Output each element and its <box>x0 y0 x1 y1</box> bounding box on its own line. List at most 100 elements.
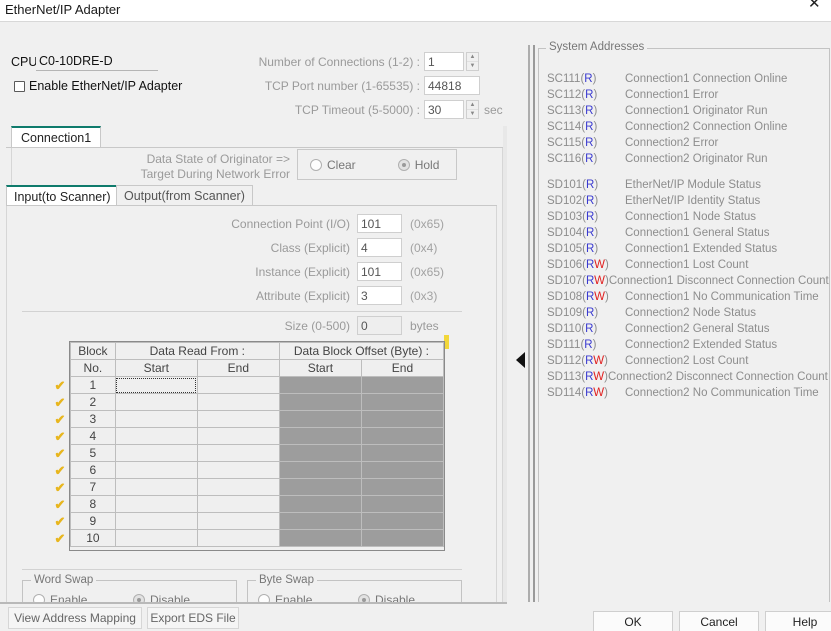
address-code: SC116(R) <box>547 153 598 165</box>
cell-read-end[interactable] <box>196 410 280 428</box>
table-row[interactable]: 10 <box>70 529 445 547</box>
help-button[interactable]: Help <box>765 611 831 631</box>
check-icon[interactable]: ✔ <box>51 428 69 445</box>
check-icon[interactable]: ✔ <box>51 377 69 394</box>
check-icon[interactable]: ✔ <box>51 445 69 462</box>
cell-offset-start <box>278 512 362 530</box>
block-table-body: 1 2 3 4 5 6 7 8 9 10 <box>70 376 445 547</box>
cell-read-start[interactable] <box>114 478 198 496</box>
check-icon[interactable]: ✔ <box>51 513 69 530</box>
enable-adapter-checkbox[interactable]: Enable EtherNet/IP Adapter <box>14 79 182 93</box>
swap-section-divider <box>22 569 462 570</box>
address-description: Connection2 Disconnect Connection Count <box>607 371 828 383</box>
export-eds-file-button[interactable]: Export EDS File <box>147 607 239 629</box>
attribute-explicit-input[interactable] <box>357 286 402 305</box>
subheader-no: No. <box>70 359 116 377</box>
cell-read-start[interactable] <box>114 461 198 479</box>
check-icon[interactable]: ✔ <box>51 411 69 428</box>
check-icon[interactable]: ✔ <box>51 496 69 513</box>
table-row[interactable]: 7 <box>70 478 445 496</box>
radio-hold[interactable]: Hold <box>397 158 439 172</box>
table-row[interactable]: 8 <box>70 495 445 513</box>
cell-read-end[interactable] <box>196 512 280 530</box>
address-description: Connection2 Connection Online <box>625 121 788 133</box>
close-button[interactable]: ✕ <box>803 0 831 18</box>
address-code: SC111(R) <box>547 73 597 85</box>
row-check-column: ✔ ✔ ✔ ✔ ✔ ✔ ✔ ✔ ✔ ✔ <box>51 377 69 547</box>
cell-read-start[interactable] <box>114 495 198 513</box>
stepper-down-icon[interactable]: ▼ <box>467 62 478 70</box>
cell-block-no: 10 <box>70 529 116 547</box>
cell-block-no: 8 <box>70 495 116 513</box>
cell-read-start[interactable] <box>114 410 198 428</box>
table-row[interactable]: 5 <box>70 444 445 462</box>
cell-read-end[interactable] <box>196 376 280 394</box>
list-item: SD103(R) Connection1 Node Status <box>547 209 827 225</box>
table-row[interactable]: 3 <box>70 410 445 428</box>
view-address-mapping-button[interactable]: View Address Mapping <box>8 607 142 629</box>
check-icon[interactable]: ✔ <box>51 530 69 547</box>
subheader-read-start: Start <box>114 359 198 377</box>
address-code: SD112(RW) <box>547 355 608 367</box>
tab-output-from-scanner[interactable]: Output(from Scanner) <box>116 185 253 206</box>
address-description: Connection2 Node Status <box>625 307 757 319</box>
cell-block-no: 3 <box>70 410 116 428</box>
cell-read-start[interactable] <box>114 427 198 445</box>
stepper-up-icon[interactable]: ▲ <box>467 101 478 110</box>
stepper-down-icon[interactable]: ▼ <box>467 110 478 118</box>
cpu-input[interactable] <box>36 52 158 71</box>
cell-read-end[interactable] <box>196 478 280 496</box>
table-row[interactable]: 6 <box>70 461 445 479</box>
radio-hold-icon[interactable] <box>397 158 410 171</box>
cell-read-start[interactable] <box>114 393 198 411</box>
cell-read-start[interactable] <box>114 376 198 394</box>
check-icon[interactable]: ✔ <box>51 479 69 496</box>
cell-read-end[interactable] <box>196 495 280 513</box>
instance-explicit-input[interactable] <box>357 262 402 281</box>
tab-input-to-scanner[interactable]: Input(to Scanner) <box>6 185 119 206</box>
instance-explicit-hex: (0x65) <box>410 265 445 279</box>
num-connections-stepper[interactable]: ▲ ▼ <box>466 52 479 71</box>
size-input[interactable] <box>357 316 402 335</box>
address-code: SD114(RW) <box>547 387 608 399</box>
table-row[interactable]: 4 <box>70 427 445 445</box>
stepper-up-icon[interactable]: ▲ <box>467 53 478 62</box>
num-connections-input[interactable] <box>424 52 464 71</box>
class-explicit-label: Class (Explicit) <box>270 241 350 255</box>
io-tabstrip: Input(to Scanner) Output(from Scanner) <box>6 185 497 206</box>
check-icon[interactable]: ✔ <box>51 394 69 411</box>
cell-read-start[interactable] <box>114 444 198 462</box>
cell-read-start[interactable] <box>114 529 198 547</box>
tab-input-to-scanner-label: Input(to Scanner) <box>14 189 111 204</box>
tab-connection1[interactable]: Connection1 <box>11 126 102 148</box>
connection-point-input[interactable] <box>357 214 402 233</box>
triangle-left-icon[interactable] <box>516 352 525 368</box>
tcp-timeout-input[interactable] <box>424 100 464 119</box>
panel-collapse-control[interactable] <box>508 45 536 624</box>
ok-button[interactable]: OK <box>593 611 673 631</box>
cell-read-end[interactable] <box>196 393 280 411</box>
table-row[interactable]: 9 <box>70 512 445 530</box>
radio-clear-icon[interactable] <box>310 158 322 171</box>
cell-read-start[interactable] <box>114 512 198 530</box>
panel-scrollbar[interactable] <box>503 126 507 624</box>
cell-read-end[interactable] <box>196 444 280 462</box>
view-address-mapping-label: View Address Mapping <box>14 611 136 625</box>
cell-read-end[interactable] <box>196 461 280 479</box>
cancel-button[interactable]: Cancel <box>679 611 759 631</box>
tcp-port-input[interactable] <box>424 76 480 95</box>
tcp-timeout-stepper[interactable]: ▲ ▼ <box>466 100 479 119</box>
check-icon[interactable]: ✔ <box>51 462 69 479</box>
address-description: Connection1 General Status <box>625 227 770 239</box>
checkbox-icon[interactable] <box>14 80 25 92</box>
class-explicit-input[interactable] <box>357 238 402 257</box>
cell-read-end[interactable] <box>196 529 280 547</box>
title-bar: EtherNet/IP Adapter ✕ <box>0 0 831 21</box>
size-unit-label: bytes <box>410 319 439 333</box>
num-connections-label: Number of Connections (1-2) : <box>258 55 420 69</box>
table-row[interactable]: 1 <box>70 376 445 394</box>
cell-read-end[interactable] <box>196 427 280 445</box>
address-code: SD104(R) <box>547 227 599 239</box>
radio-clear[interactable]: Clear <box>310 158 356 172</box>
table-row[interactable]: 2 <box>70 393 445 411</box>
